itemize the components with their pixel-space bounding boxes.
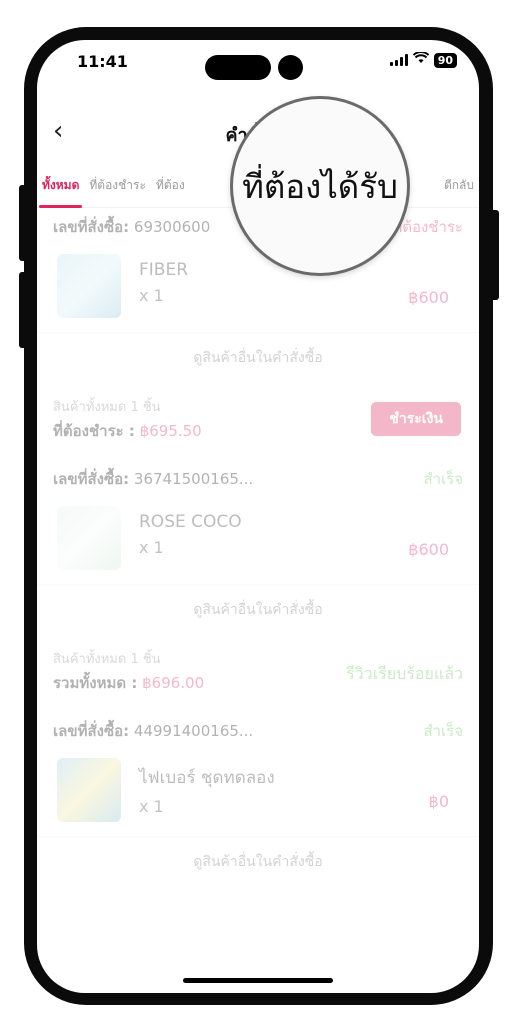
home-indicator — [183, 978, 333, 983]
product-thumbnail — [57, 758, 121, 822]
product-name: ไฟเบอร์ ชุดทดลอง — [139, 768, 275, 788]
volume-down-button — [19, 272, 27, 348]
status-icons: 90 — [389, 51, 457, 68]
tab-to-receive[interactable]: ที่ต้อง — [151, 162, 190, 208]
product-price: ฿600 — [408, 288, 449, 307]
order-number-label: เลขที่สั่งซื้อ: — [53, 470, 130, 488]
pay-button[interactable]: ชำระเงิน — [371, 402, 461, 436]
order-header: เลขที่สั่งซื้อ: 44991400165... สำเร็จ — [37, 712, 479, 750]
volume-up-button — [19, 185, 27, 261]
product-row[interactable]: FIBER x 1 ฿600 — [37, 246, 479, 332]
order-status: สำเร็จ — [423, 470, 463, 488]
tab-all[interactable]: ทั้งหมด — [37, 162, 84, 208]
magnified-tab-label: ที่ต้องได้รับ — [242, 166, 398, 206]
order-summary: สินค้าทั้งหมด 1 ชิ้น รวมทั้งหมด : ฿696.0… — [37, 634, 479, 712]
view-more-link[interactable]: ดูสินค้าอื่นในคำสั่งซื้อ — [37, 584, 479, 634]
camera-dot — [278, 55, 303, 80]
dynamic-island — [205, 55, 271, 80]
order-summary: สินค้าทั้งหมด 1 ชิ้น ที่ต้องชำระ : ฿695.… — [37, 382, 479, 460]
product-name: ROSE COCO — [139, 512, 242, 532]
view-more-link[interactable]: ดูสินค้าอื่นในคำสั่งซื้อ — [37, 332, 479, 382]
summary-label: ที่ต้องชำระ : — [53, 422, 135, 440]
product-price: ฿600 — [408, 540, 449, 559]
order-number-label: เลขที่สั่งซื้อ: — [53, 218, 130, 236]
product-thumbnail — [57, 506, 121, 570]
order-number: 69300600 — [133, 218, 211, 236]
product-quantity: x 1 — [139, 797, 164, 816]
battery-icon: 90 — [433, 52, 457, 68]
product-thumbnail — [57, 254, 121, 318]
order-status: สำเร็จ — [423, 722, 463, 740]
order-list: เลขที่สั่งซื้อ: 69300600 ที่ต้องชำระ FIB… — [37, 208, 479, 886]
product-row[interactable]: ROSE COCO x 1 ฿600 — [37, 498, 479, 584]
wifi-icon — [412, 51, 429, 68]
magnifier-callout: ที่ต้องได้รับ — [230, 96, 410, 276]
status-time: 11:41 — [77, 52, 128, 71]
tab-returned[interactable]: ตีกลับ — [439, 162, 479, 208]
status-bar: 11:41 90 — [37, 40, 479, 95]
product-price: ฿0 — [428, 792, 449, 811]
order-header: เลขที่สั่งซื้อ: 36741500165... สำเร็จ — [37, 460, 479, 498]
order-number: 36741500165... — [133, 470, 254, 488]
summary-label: รวมทั้งหมด : — [53, 674, 138, 692]
summary-amount: ฿696.00 — [142, 674, 205, 692]
view-more-link[interactable]: ดูสินค้าอื่นในคำสั่งซื้อ — [37, 836, 479, 886]
summary-amount: ฿695.50 — [139, 422, 202, 440]
order-number: 44991400165... — [133, 722, 254, 740]
reviewed-status: รีวิวเรียบร้อยแล้ว — [346, 664, 463, 683]
signal-icon — [389, 54, 408, 66]
power-button — [490, 210, 499, 300]
tab-to-pay[interactable]: ที่ต้องชำระ — [84, 162, 151, 208]
product-row[interactable]: ไฟเบอร์ ชุดทดลอง x 1 ฿0 — [37, 750, 479, 836]
order-number-label: เลขที่สั่งซื้อ: — [53, 722, 130, 740]
